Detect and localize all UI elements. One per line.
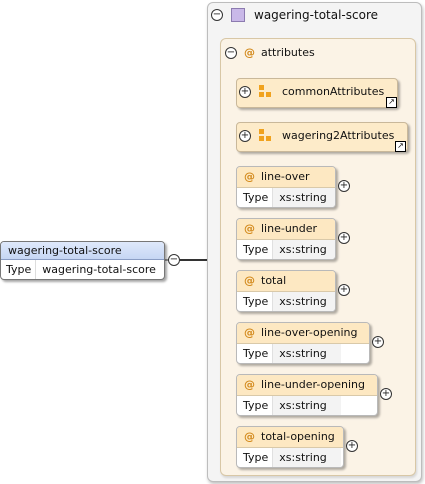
attribute-header: @ line-under-opening <box>237 375 377 396</box>
attribute-type-row: Type xs:string <box>237 188 335 207</box>
attribute-type-label: Type <box>243 451 269 464</box>
reference-link-icon[interactable]: ↗ <box>395 141 406 152</box>
attribute-icon: @ <box>244 378 255 391</box>
attribute-header: @ total <box>237 271 335 292</box>
attribute-icon: @ <box>244 274 255 287</box>
complex-type-name: wagering-total-score <box>254 8 379 22</box>
attribute-icon: @ <box>244 430 255 443</box>
attribute-name: line-under-opening <box>261 378 365 391</box>
attribute-line-under-opening[interactable]: @ line-under-opening Type xs:string <box>236 374 378 416</box>
complex-type-collapse-icon[interactable]: − <box>211 9 223 21</box>
attribute-type-value: xs:string <box>272 344 341 363</box>
attribute-total[interactable]: @ total Type xs:string <box>236 270 336 312</box>
attribute-type-row: Type xs:string <box>237 396 377 415</box>
expand-common-attributes-icon[interactable]: + <box>239 86 251 98</box>
attribute-type-row: Type xs:string <box>237 448 343 467</box>
attribute-type-label: Type <box>243 399 269 412</box>
attribute-group-icon <box>259 85 273 99</box>
attribute-type-row: Type xs:string <box>237 344 369 363</box>
attribute-type-label: Type <box>243 295 269 308</box>
attribute-name: line-over <box>261 170 310 183</box>
expand-line-over-icon[interactable]: + <box>338 180 350 192</box>
root-type-value: wagering-total-score <box>35 260 156 279</box>
attribute-line-over[interactable]: @ line-over Type xs:string <box>236 166 336 208</box>
reference-link-icon[interactable]: ↗ <box>386 97 397 108</box>
attribute-total-opening[interactable]: @ total-opening Type xs:string <box>236 426 344 468</box>
expand-total-opening-icon[interactable]: + <box>346 440 358 452</box>
attribute-type-label: Type <box>243 243 269 256</box>
attribute-type-label: Type <box>243 191 269 204</box>
root-element-name: wagering-total-score <box>1 242 164 260</box>
attribute-type-label: Type <box>243 347 269 360</box>
expand-line-under-icon[interactable]: + <box>338 232 350 244</box>
attribute-header: @ line-under <box>237 219 335 240</box>
attribute-line-over-opening[interactable]: @ line-over-opening Type xs:string <box>236 322 370 364</box>
attribute-type-value: xs:string <box>272 240 335 259</box>
root-element-box[interactable]: wagering-total-score Type wagering-total-… <box>0 241 165 280</box>
attribute-type-value: xs:string <box>272 448 341 467</box>
attribute-name: total-opening <box>261 430 335 443</box>
attribute-icon: @ <box>244 170 255 183</box>
complex-type-icon <box>231 8 245 22</box>
attributes-at-icon: @ <box>244 46 255 59</box>
attribute-name: line-under <box>261 222 318 235</box>
root-collapse-icon[interactable]: − <box>168 254 180 266</box>
attribute-type-value: xs:string <box>272 292 335 311</box>
attribute-header: @ line-over <box>237 167 335 188</box>
expand-line-over-opening-icon[interactable]: + <box>372 336 384 348</box>
attribute-line-under[interactable]: @ line-under Type xs:string <box>236 218 336 260</box>
attribute-name: total <box>261 274 287 287</box>
attribute-group-wagering2-name: wagering2Attributes <box>282 129 395 142</box>
attribute-type-value: xs:string <box>272 188 335 207</box>
attribute-group-common-name: commonAttributes <box>282 85 385 98</box>
attribute-name: line-over-opening <box>261 326 358 339</box>
expand-wagering2-attributes-icon[interactable]: + <box>239 130 251 142</box>
attribute-header: @ total-opening <box>237 427 343 448</box>
attributes-label: attributes <box>261 46 315 59</box>
attribute-type-row: Type xs:string <box>237 292 335 311</box>
attribute-icon: @ <box>244 326 255 339</box>
attribute-icon: @ <box>244 222 255 235</box>
attributes-collapse-icon[interactable]: − <box>225 47 237 59</box>
root-type-label: Type <box>6 263 32 276</box>
root-element-type-row: Type wagering-total-score <box>1 260 164 279</box>
attribute-header: @ line-over-opening <box>237 323 369 344</box>
expand-line-under-opening-icon[interactable]: + <box>380 388 392 400</box>
attribute-type-row: Type xs:string <box>237 240 335 259</box>
expand-total-icon[interactable]: + <box>338 284 350 296</box>
attribute-type-value: xs:string <box>272 396 341 415</box>
attribute-group-icon <box>259 129 273 143</box>
